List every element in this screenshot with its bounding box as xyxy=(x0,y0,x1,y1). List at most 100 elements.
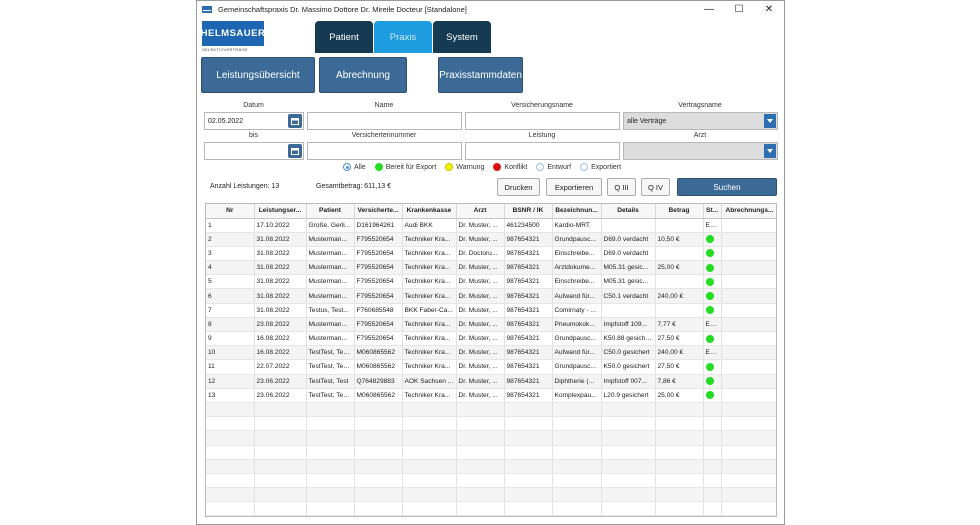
table-cell: Einschreibe... xyxy=(552,274,602,290)
column-header[interactable]: Patient xyxy=(306,204,355,219)
tab-system[interactable]: System xyxy=(433,21,491,53)
calendar-icon[interactable] xyxy=(288,144,302,158)
maximize-icon[interactable]: ☐ xyxy=(724,1,754,18)
table-row[interactable]: 9 16.08.2022 Musterman... F795520654 Technik… xyxy=(206,331,776,347)
table-cell: Comirnaty - ... xyxy=(552,303,602,318)
column-header[interactable]: Nr xyxy=(206,204,255,219)
table-row[interactable]: 7 31.08.2022 Testus, Test... F760685548 BKK … xyxy=(206,303,776,318)
column-header[interactable]: Abrechnungs... xyxy=(721,204,776,219)
table-cell: M060865562 xyxy=(354,345,403,361)
table-row-empty xyxy=(206,459,776,474)
status-option-exportiert[interactable]: Exportiert xyxy=(580,163,621,171)
column-header[interactable]: Leistungser... xyxy=(254,204,307,219)
subtab-praxisstammdaten[interactable]: Praxisstammdaten xyxy=(438,57,523,93)
table-row[interactable]: 10 16.08.2022 TestTest, Tes... M060865562 Te… xyxy=(206,345,776,361)
table-cell xyxy=(254,430,307,446)
table-cell: M05.31 gesic... xyxy=(601,274,656,290)
table-cell: 461234500 xyxy=(504,218,553,233)
gesamtbetrag: Gesamtbetrag: 611,13 € xyxy=(316,183,391,190)
status-option-alle[interactable]: Alle xyxy=(343,163,366,171)
leistung-field[interactable] xyxy=(465,142,620,160)
table-cell: 31.08.2022 xyxy=(254,288,307,304)
table-cell: Musterman... xyxy=(306,288,355,304)
table-cell: Einschreibe... xyxy=(552,246,602,262)
table-cell: 987654321 xyxy=(504,345,553,361)
status-option-konflikt[interactable]: Konflikt xyxy=(493,163,527,171)
table-row[interactable]: 8 23.08.2022 Musterman... F795520654 Technik… xyxy=(206,317,776,333)
suchen-button[interactable]: Suchen xyxy=(677,178,777,196)
drucken-button[interactable]: Drucken xyxy=(497,178,540,196)
table-row[interactable]: 11 22.07.2022 TestTest, Tes... M060865562 Te… xyxy=(206,359,776,375)
table-cell xyxy=(721,303,776,318)
table-cell xyxy=(504,416,553,432)
table-cell xyxy=(456,430,505,446)
table-cell: 10 xyxy=(206,345,255,361)
table-cell: Pneumokok... xyxy=(552,317,602,333)
table-cell: 1 xyxy=(206,218,255,233)
status-option-entwurf[interactable]: Entwurf xyxy=(536,163,571,171)
table-cell xyxy=(402,501,457,516)
table-cell xyxy=(721,473,776,489)
column-header[interactable]: Betrag xyxy=(655,204,704,219)
table-cell: 25,00 € xyxy=(655,260,704,276)
leistungen-table[interactable]: Nr Leistungser... Patient Versicherte... Kra… xyxy=(205,203,777,517)
table-row-empty xyxy=(206,473,776,489)
table-header: Nr Leistungser... Patient Versicherte... Kra… xyxy=(206,204,776,219)
bis-field[interactable] xyxy=(204,142,304,160)
column-header[interactable]: St... xyxy=(703,204,722,219)
table-cell: Arztdokume... xyxy=(552,260,602,276)
table-cell: 27,50 € xyxy=(655,331,704,347)
status-option-warnung[interactable]: Warnung xyxy=(445,163,484,171)
status-ok-icon xyxy=(705,277,714,286)
radio-empty-icon xyxy=(580,163,589,171)
status-option-bereit[interactable]: Bereit für Export xyxy=(374,163,436,171)
chevron-down-icon[interactable] xyxy=(764,114,776,128)
exportieren-button[interactable]: Exportieren xyxy=(546,178,602,196)
table-row[interactable]: 6 31.08.2022 Musterman... F795520654 Technik… xyxy=(206,288,776,304)
table-cell xyxy=(552,402,602,418)
table-row[interactable]: 2 31.08.2022 Musterman... F795520654 Technik… xyxy=(206,232,776,247)
datum-field[interactable]: 02.05.2022 xyxy=(204,112,304,130)
table-row[interactable]: 12 23.06.2022 TestTest, Test Q764829883 AOK … xyxy=(206,374,776,389)
table-cell xyxy=(703,303,722,318)
table-cell xyxy=(456,473,505,489)
table-row[interactable]: 4 31.08.2022 Musterman... F795520654 Technik… xyxy=(206,260,776,276)
close-icon[interactable]: ✕ xyxy=(754,1,784,18)
column-header[interactable]: Details xyxy=(601,204,656,219)
table-row[interactable]: 5 31.08.2022 Musterman... F795520654 Technik… xyxy=(206,274,776,290)
datum-label: Datum xyxy=(243,102,264,109)
chevron-down-icon[interactable] xyxy=(764,144,776,158)
vertragsname-select[interactable]: alle Verträge xyxy=(623,112,778,130)
q4-button[interactable]: Q IV xyxy=(641,178,670,196)
table-cell xyxy=(354,445,403,460)
versichertennummer-field[interactable] xyxy=(307,142,462,160)
versicherungsname-field[interactable] xyxy=(465,112,620,130)
column-header[interactable]: Versicherte... xyxy=(354,204,403,219)
table-cell: Musterman... xyxy=(306,331,355,347)
table-cell: F795520654 xyxy=(354,274,403,290)
table-row[interactable]: 1 17.10.2022 Große, Gerli... D161964261 Audi… xyxy=(206,218,776,233)
table-cell: Dr. Muster, ... xyxy=(456,359,505,375)
table-cell: Musterman... xyxy=(306,274,355,290)
table-row[interactable]: 3 31.08.2022 Musterman... F795520654 Technik… xyxy=(206,246,776,262)
subtab-abrechnung[interactable]: Abrechnung xyxy=(319,57,407,93)
minimize-icon[interactable]: — xyxy=(694,1,724,18)
tab-patient[interactable]: Patient xyxy=(315,21,373,53)
tab-praxis[interactable]: Praxis xyxy=(374,21,432,53)
column-header[interactable]: BSNR / IK xyxy=(504,204,553,219)
q3-button[interactable]: Q III xyxy=(607,178,636,196)
table-cell xyxy=(402,430,457,446)
calendar-icon[interactable] xyxy=(288,114,302,128)
table-cell: Dr. Muster, ... xyxy=(456,374,505,389)
table-row[interactable]: 13 23.06.2022 TestTest, Tes... M060865562 Te… xyxy=(206,388,776,403)
arzt-select[interactable] xyxy=(623,142,778,160)
column-header[interactable]: Krankenkasse xyxy=(402,204,457,219)
name-field[interactable] xyxy=(307,112,462,130)
column-header[interactable]: Arzt xyxy=(456,204,505,219)
column-header[interactable]: Bezeichnun... xyxy=(552,204,602,219)
table-cell: M05.31 gesic... xyxy=(601,260,656,276)
versicherungsname-label: Versicherungsname xyxy=(511,102,573,109)
table-cell xyxy=(703,359,722,375)
subtab-leistungsuebersicht[interactable]: Leistungsübersicht xyxy=(201,57,315,93)
table-cell xyxy=(354,430,403,446)
